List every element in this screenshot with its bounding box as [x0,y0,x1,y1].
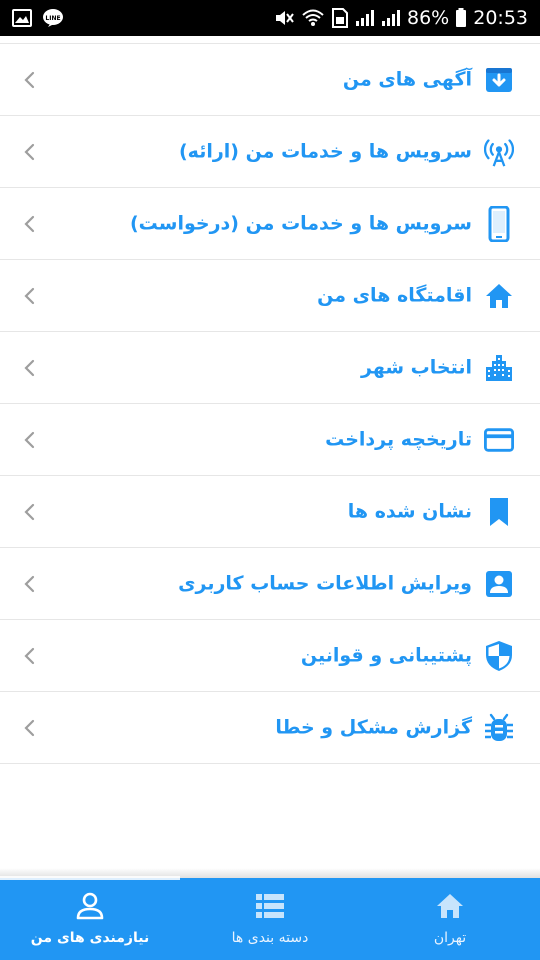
menu-item-support-rules[interactable]: پشتیبانی و قوانین [0,620,540,692]
svg-text:LINE: LINE [45,15,60,22]
active-tab-indicator [0,876,180,880]
tab-my-needs[interactable]: نیازمندی های من [0,876,180,960]
account-box-icon [484,569,514,599]
menu-item-label: آگهی های من [342,68,472,91]
menu-item-bookmarked[interactable]: نشان شده ها [0,476,540,548]
bottom-navigation: نیازمندی های من دسته بندی ها تهران [0,876,540,960]
chevron-left-icon [24,431,35,448]
bookmark-icon [484,497,514,527]
chevron-left-icon [24,647,35,664]
image-icon [12,9,32,27]
download-box-icon [484,65,514,95]
menu-item-my-accommodations[interactable]: اقامتگاه های من [0,260,540,332]
home-icon [434,890,466,922]
chevron-left-icon [24,359,35,376]
person-icon [74,890,106,922]
chevron-left-icon [24,287,35,304]
credit-card-icon [484,425,514,455]
chevron-left-icon [24,575,35,592]
security-shield-icon [484,640,514,671]
battery-percent: 86% [407,7,450,29]
bug-icon [484,713,514,743]
chevron-left-icon [24,143,35,160]
menu-item-my-services-offer[interactable]: سرویس ها و خدمات من (ارائه) [0,116,540,188]
menu-item-label: سرویس ها و خدمات من (ارائه) [178,140,472,163]
menu-item-select-city[interactable]: انتخاب شهر [0,332,540,404]
tab-label: دسته بندی ها [231,930,309,946]
menu-item-label: انتخاب شهر [361,356,472,379]
battery-icon [455,8,467,28]
broadcast-tower-icon [484,137,514,167]
home-icon [484,281,514,311]
wifi-icon [301,8,325,28]
tab-label: نیازمندی های من [30,930,150,946]
chevron-left-icon [24,71,35,88]
signal-icon [381,9,401,27]
menu-item-report-bug[interactable]: گزارش مشکل و خطا [0,692,540,764]
status-left-icons: LINE [12,8,64,28]
menu-item-my-ads[interactable]: آگهی های من [0,44,540,116]
chevron-left-icon [24,503,35,520]
status-bar: LINE 86% 20:53 [0,0,540,36]
menu-item-label: اقامتگاه های من [317,284,472,307]
signal-icon [355,9,375,27]
menu-item-label: ویرایش اطلاعات حساب کاربری [178,572,472,595]
smartphone-icon [484,205,514,242]
menu-item-label: نشان شده ها [347,500,472,523]
menu-item-payment-history[interactable]: تاریخچه پرداخت [0,404,540,476]
menu-item-edit-account[interactable]: ویرایش اطلاعات حساب کاربری [0,548,540,620]
status-right-icons: 86% 20:53 [273,7,528,29]
menu-item-label: پشتیبانی و قوانین [300,644,472,667]
tab-city-tehran[interactable]: تهران [360,878,540,960]
chevron-left-icon [24,215,35,232]
mute-icon [273,8,295,28]
tab-categories[interactable]: دسته بندی ها [180,878,360,960]
account-menu-list: آگهی های من سرویس ها و خدمات من (ارائه) … [0,43,540,764]
sim-icon [331,8,349,28]
menu-item-label: سرویس ها و خدمات من (درخواست) [130,212,472,235]
tab-label: تهران [433,930,467,946]
clock: 20:53 [473,7,528,29]
menu-item-label: گزارش مشکل و خطا [275,716,472,739]
list-icon [254,890,286,922]
menu-item-label: تاریخچه پرداخت [325,428,472,451]
menu-item-my-services-request[interactable]: سرویس ها و خدمات من (درخواست) [0,188,540,260]
city-icon [484,353,514,383]
line-app-icon: LINE [42,8,64,28]
chevron-left-icon [24,719,35,736]
